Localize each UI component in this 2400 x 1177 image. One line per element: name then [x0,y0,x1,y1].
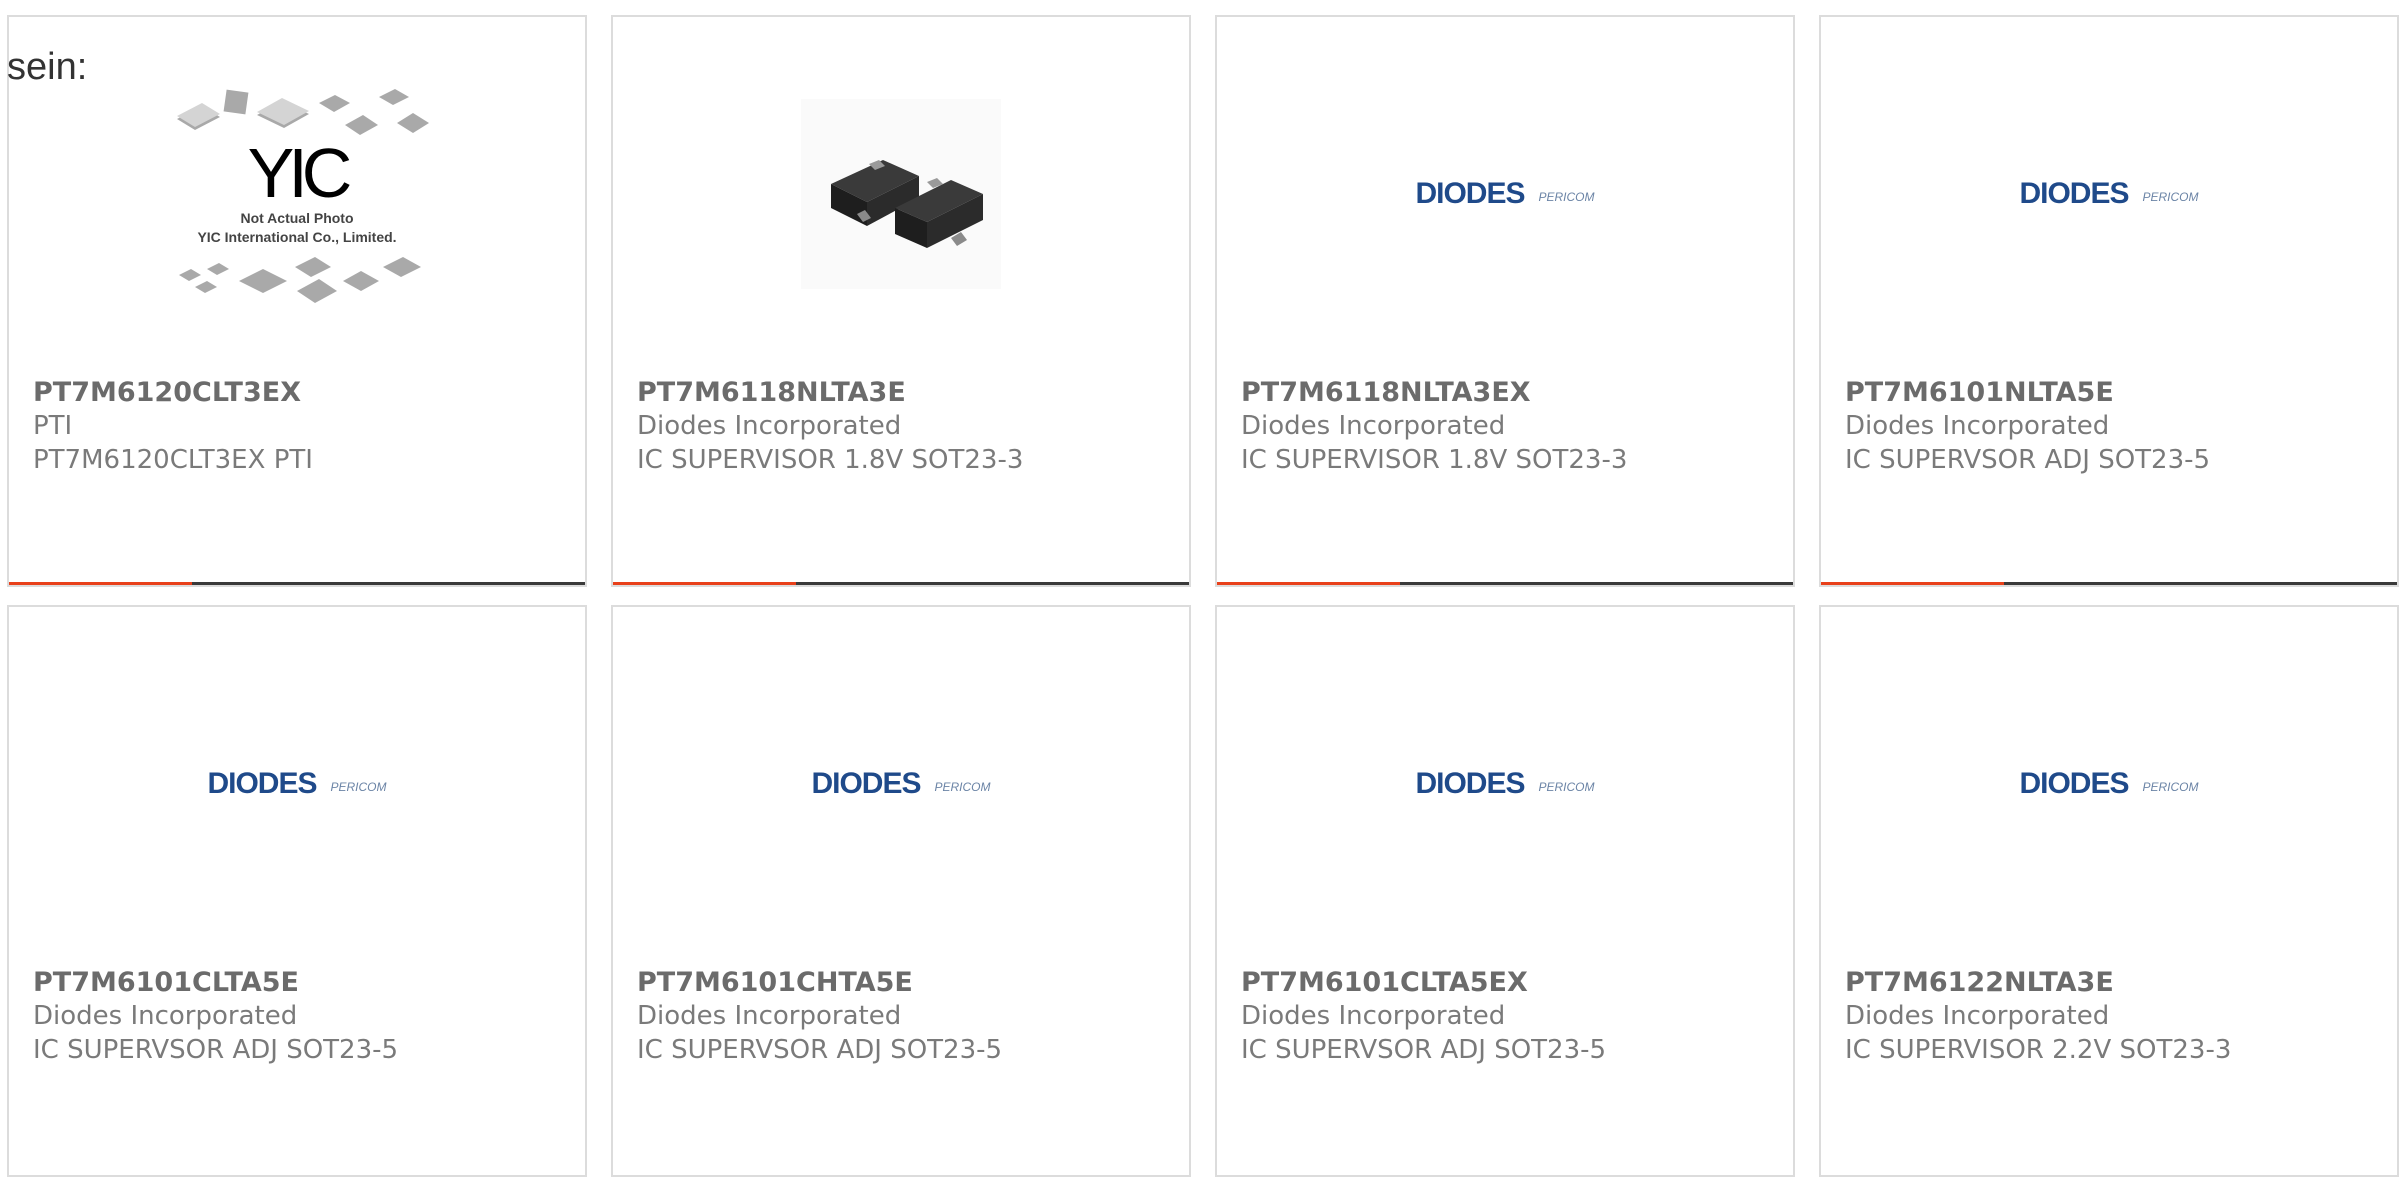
description: IC SUPERVSOR ADJ SOT23-5 [33,1035,399,1065]
manufacturer: Diodes Incorporated [1845,411,2110,441]
manufacturer: Diodes Incorporated [1241,1001,1506,1031]
part-number[interactable]: PT7M6101NLTA5E [1845,377,2114,408]
diodes-logo: DIODES PERICOM [2019,177,2199,210]
card-bar [613,582,1189,585]
part-number[interactable]: PT7M6101CLTA5EX [1241,967,1528,998]
card-bar [9,582,585,585]
product-image: DIODES PERICOM [1217,659,1793,909]
diodes-logo: DIODES PERICOM [207,767,387,800]
card-bar [1821,582,2397,585]
diodes-logo: DIODES PERICOM [2019,767,2199,800]
part-number[interactable]: PT7M6101CLTA5E [33,967,299,998]
product-grid: YIC Not Actual Photo YIC International C… [0,0,2400,1177]
manufacturer: Diodes Incorporated [637,411,902,441]
product-image: DIODES PERICOM [1821,659,2397,909]
product-image: DIODES PERICOM [9,659,585,909]
product-card[interactable]: DIODES PERICOM PT7M6101CLTA5EX Diodes Inc… [1215,605,1795,1177]
product-image: YIC Not Actual Photo YIC International C… [9,69,585,319]
product-card[interactable]: DIODES PERICOM PT7M6101CLTA5E Diodes Inco… [7,605,587,1177]
diodes-logo: DIODES PERICOM [811,767,991,800]
product-card[interactable]: YIC Not Actual Photo YIC International C… [7,15,587,587]
part-number[interactable]: PT7M6122NLTA3E [1845,967,2114,998]
description: IC SUPERVSOR ADJ SOT23-5 [1241,1035,1607,1065]
part-number[interactable]: PT7M6120CLT3EX [33,377,301,408]
part-number[interactable]: PT7M6118NLTA3E [637,377,906,408]
part-number[interactable]: PT7M6101CHTA5E [637,967,913,998]
intro-text: sein: [7,46,88,88]
product-card[interactable]: PT7M6118NLTA3E Diodes Incorporated IC SU… [611,15,1191,587]
yic-logo-text: YIC [248,134,350,212]
card-bar [1217,582,1793,585]
manufacturer: Diodes Incorporated [1845,1001,2110,1031]
product-image [613,69,1189,319]
product-card[interactable]: DIODES PERICOM PT7M6118NLTA3EX Diodes Inc… [1215,15,1795,587]
product-image: DIODES PERICOM [613,659,1189,909]
description: IC SUPERVSOR ADJ SOT23-5 [637,1035,1003,1065]
description: IC SUPERVISOR 1.8V SOT23-3 [1241,445,1628,475]
manufacturer: Diodes Incorporated [1241,411,1506,441]
manufacturer: Diodes Incorporated [637,1001,902,1031]
diodes-logo: DIODES PERICOM [1415,767,1595,800]
description: IC SUPERVISOR 1.8V SOT23-3 [637,445,1024,475]
product-card[interactable]: DIODES PERICOM PT7M6101CHTA5E Diodes Inco… [611,605,1191,1177]
card-bar-accent [613,582,796,585]
yic-caption-line2: YIC International Co., Limited. [197,229,396,245]
description: IC SUPERVISOR 2.2V SOT23-3 [1845,1035,2232,1065]
product-card[interactable]: DIODES PERICOM PT7M6101NLTA5E Diodes Inco… [1819,15,2399,587]
card-bar-accent [1217,582,1400,585]
card-bar-accent [9,582,192,585]
product-card[interactable]: DIODES PERICOM PT7M6122NLTA3E Diodes Inco… [1819,605,2399,1177]
description: IC SUPERVSOR ADJ SOT23-5 [1845,445,2211,475]
description: PT7M6120CLT3EX PTI [33,445,313,475]
manufacturer: Diodes Incorporated [33,1001,298,1031]
diodes-logo: DIODES PERICOM [1415,177,1595,210]
yic-caption-line1: Not Actual Photo [240,210,353,226]
product-image: DIODES PERICOM [1821,69,2397,319]
manufacturer: PTI [33,411,73,441]
part-number[interactable]: PT7M6118NLTA3EX [1241,377,1531,408]
product-image: DIODES PERICOM [1217,69,1793,319]
card-bar-accent [1821,582,2004,585]
